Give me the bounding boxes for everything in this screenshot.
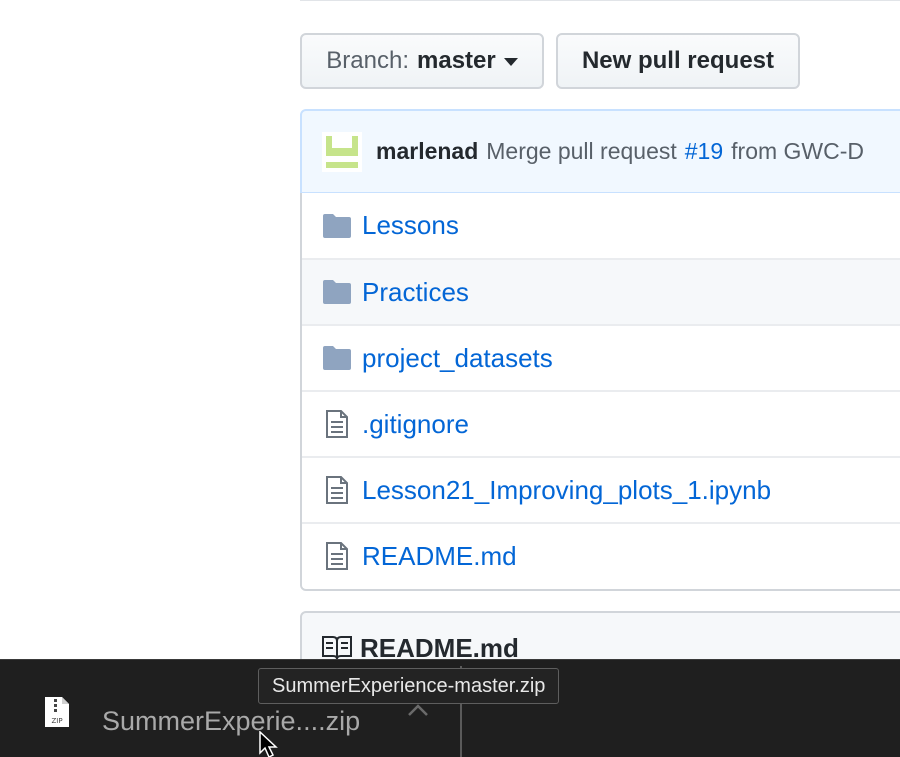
caret-down-icon xyxy=(503,58,518,66)
folder-icon xyxy=(322,343,352,373)
file-link[interactable]: .gitignore xyxy=(362,409,469,440)
new-pull-request-button[interactable]: New pull request xyxy=(556,33,800,89)
branch-select-button[interactable]: Branch: master xyxy=(300,33,544,89)
commit-message-suffix[interactable]: from GWC-D xyxy=(731,138,864,165)
zip-file-icon: ZIP xyxy=(44,696,70,733)
download-tooltip: SummerExperience-master.zip xyxy=(258,668,560,704)
file-link[interactable]: project_datasets xyxy=(362,343,553,374)
file-text-icon xyxy=(322,409,352,439)
zip-icon-label: ZIP xyxy=(51,717,62,725)
file-text-icon xyxy=(322,475,352,505)
latest-commit-bar: marlenad Merge pull request #19 from GWC… xyxy=(300,109,900,194)
file-row-lessons[interactable]: Lessons xyxy=(302,193,900,258)
author-avatar[interactable] xyxy=(322,131,362,172)
file-row-gitignore[interactable]: .gitignore xyxy=(302,390,900,456)
folder-icon xyxy=(322,277,352,307)
download-file-name: SummerExperie....zip xyxy=(102,706,361,736)
file-link[interactable]: Lesson21_Improving_plots_1.ipynb xyxy=(362,475,771,506)
file-row-readme[interactable]: README.md xyxy=(302,522,900,588)
file-text-icon xyxy=(322,541,352,571)
top-divider xyxy=(300,0,900,1)
chevron-up-icon[interactable] xyxy=(406,702,430,723)
file-row-project-datasets[interactable]: project_datasets xyxy=(302,324,900,390)
file-list: Lessons Practices project_datasets .giti… xyxy=(300,193,900,591)
file-row-lesson21[interactable]: Lesson21_Improving_plots_1.ipynb xyxy=(302,456,900,522)
file-row-practices[interactable]: Practices xyxy=(302,258,900,324)
file-link[interactable]: README.md xyxy=(362,541,517,572)
folder-icon xyxy=(322,211,352,241)
file-link[interactable]: Lessons xyxy=(362,210,459,241)
commit-message[interactable]: Merge pull request xyxy=(486,138,677,165)
pull-request-link[interactable]: #19 xyxy=(685,138,723,165)
branch-value: master xyxy=(417,47,496,74)
file-link[interactable]: Practices xyxy=(362,277,469,308)
mouse-cursor-icon xyxy=(258,730,284,757)
branch-label: Branch: xyxy=(326,47,409,74)
commit-author-link[interactable]: marlenad xyxy=(376,138,478,165)
